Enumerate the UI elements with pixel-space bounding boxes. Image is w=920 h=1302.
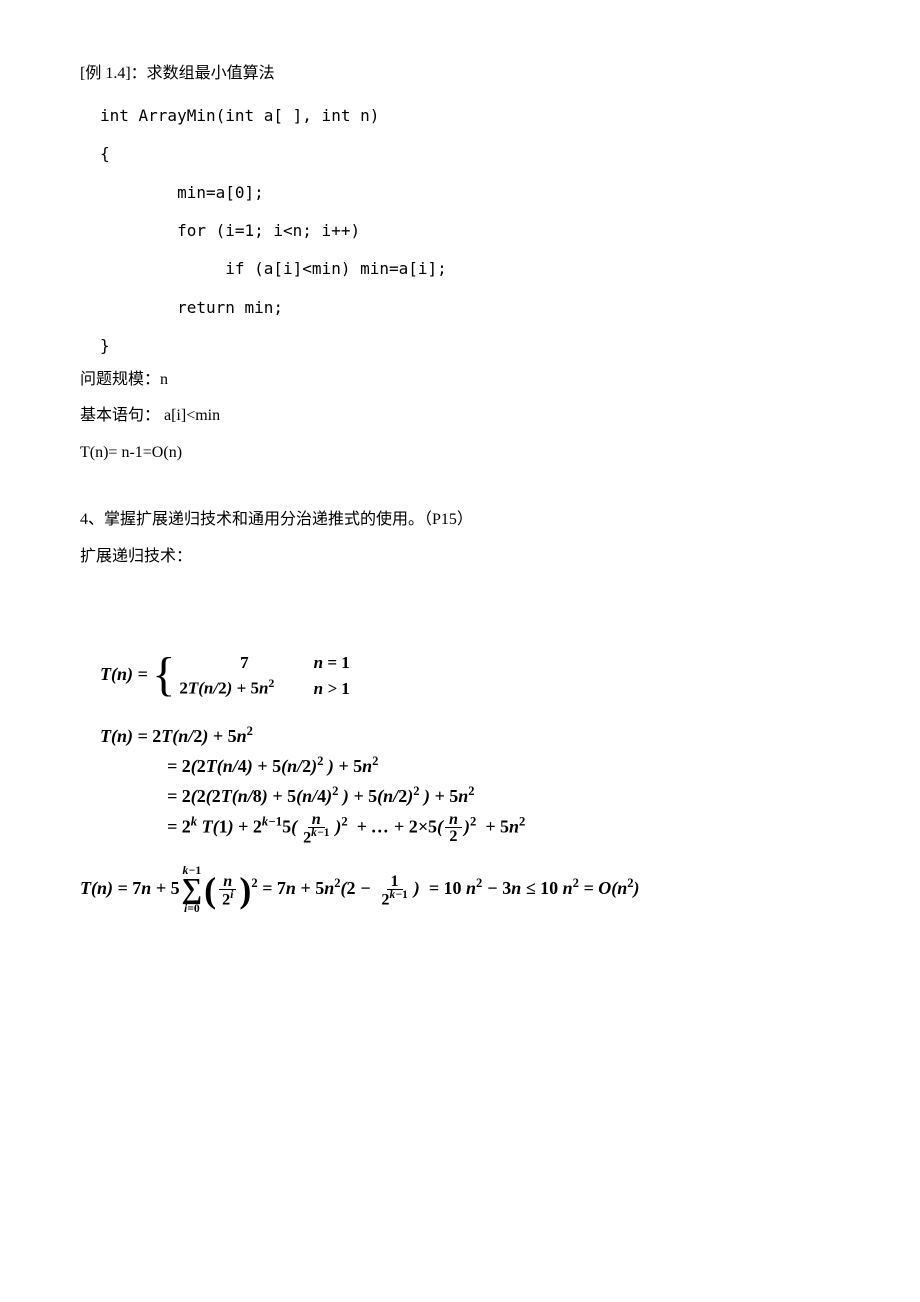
expand-line-1: T(n) = 2T(n/2) + 5n2 [100, 721, 860, 751]
section4-subtitle: 扩展递归技术： [80, 543, 860, 572]
sigma-icon: k−1∑i=0 [182, 865, 203, 914]
code-line-4: return min; [100, 289, 860, 327]
brace-open: { [100, 135, 860, 173]
basic-statement: 基本语句： a[i]<min [80, 402, 860, 431]
expand-line-3: = 2(2(2T(n/8) + 5(n/4)2 ) + 5(n/2)2 ) + … [167, 781, 860, 811]
brace-close: } [100, 327, 860, 365]
section4-heading: 4、掌握扩展递归技术和通用分治递推式的使用。（P15） [80, 506, 860, 535]
problem-size: 问题规模：n [80, 366, 860, 395]
example-title: [例 1.4]：求数组最小值算法 [80, 60, 860, 89]
code-signature: int ArrayMin(int a[ ], int n) [100, 97, 860, 135]
expand-line-4: = 2k T(1) + 2k−15(n2k−1)2 + … + 2×5(n2)2… [167, 811, 860, 846]
final-result: T(n) = 7n + 5k−1∑i=0(n2i)2 = 7n + 5n2(2 … [80, 865, 860, 914]
left-brace-icon: { [152, 656, 175, 694]
tn-result: T(n)= n-1=O(n) [80, 439, 860, 468]
recurrence-definition: T(n) = { 7 n = 1 2T(n/2) + 5n2 n > 1 [100, 650, 860, 702]
code-line-3: if (a[i]<min) min=a[i]; [100, 250, 860, 288]
code-line-1: min=a[0]; [100, 174, 860, 212]
expand-line-2: = 2(2T(n/4) + 5(n/2)2 ) + 5n2 [167, 751, 860, 781]
case1-expr: 7 [240, 653, 249, 672]
expansion-block: T(n) = 2T(n/2) + 5n2 = 2(2T(n/4) + 5(n/2… [100, 721, 860, 845]
def-lhs: T(n) = [100, 663, 152, 683]
code-block: int ArrayMin(int a[ ], int n) { min=a[0]… [100, 97, 860, 366]
code-line-2: for (i=1; i<n; i++) [100, 212, 860, 250]
